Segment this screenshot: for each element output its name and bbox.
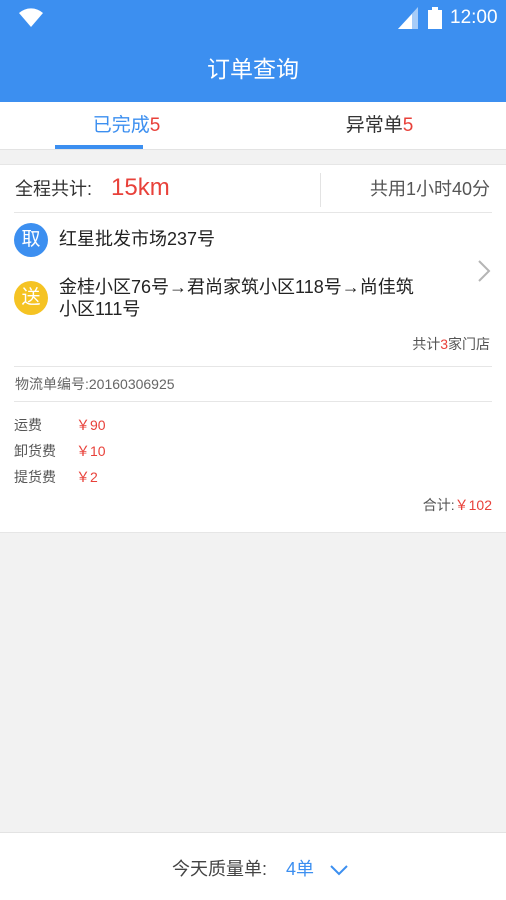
tab-completed-label: 已完成 bbox=[92, 115, 150, 136]
wifi-icon bbox=[19, 8, 43, 27]
fee-label: 提货费 bbox=[14, 469, 56, 485]
signal-icon bbox=[398, 7, 418, 29]
tab-bar: 已完成5 异常单5 bbox=[0, 102, 506, 150]
store-count-prefix: 共计 bbox=[412, 336, 441, 352]
quality-orders-label: 今天质量单: bbox=[172, 859, 268, 879]
order-card[interactable]: 全程共计: 15km 共用1小时40分 取 红星批发市场237号 送 金桂小区7… bbox=[0, 164, 506, 533]
fee-label: 运费 bbox=[14, 417, 42, 433]
fee-value: ￥2 bbox=[76, 469, 98, 485]
tab-abnormal-label: 异常单 bbox=[345, 115, 403, 136]
tab-completed-count: 5 bbox=[149, 115, 161, 136]
total-distance-value: 15km bbox=[111, 174, 170, 201]
fee-label: 卸货费 bbox=[14, 443, 56, 459]
tab-abnormal[interactable]: 异常单5 bbox=[253, 102, 506, 150]
chevron-right-icon[interactable] bbox=[476, 259, 492, 283]
store-count-number: 3 bbox=[440, 336, 448, 352]
distance-row: 全程共计: 15km 共用1小时40分 bbox=[0, 165, 506, 212]
divider bbox=[320, 173, 321, 207]
pickup-address: 红星批发市场237号 bbox=[59, 229, 216, 249]
waybill-number: 物流单编号:20160306925 bbox=[15, 376, 175, 392]
pickup-badge: 取 bbox=[14, 223, 48, 257]
chevron-down-icon[interactable] bbox=[329, 863, 349, 877]
duration-text: 共用1小时40分 bbox=[369, 179, 490, 199]
quality-orders-count: 4单 bbox=[286, 859, 315, 879]
divider bbox=[14, 212, 492, 213]
quality-orders-bar[interactable]: 今天质量单: 4单 bbox=[0, 832, 506, 900]
tab-completed[interactable]: 已完成5 bbox=[0, 102, 253, 150]
total-fee: 合计:￥102 bbox=[423, 495, 492, 515]
active-tab-indicator bbox=[55, 145, 143, 149]
total-fee-label: 合计: bbox=[422, 497, 455, 513]
deliver-route: 金桂小区76号→君尚家筑小区118号→尚佳筑小区111号 bbox=[59, 277, 414, 319]
total-distance-label: 全程共计: bbox=[15, 179, 93, 199]
total-fee-value: ￥102 bbox=[454, 497, 492, 513]
fee-value: ￥90 bbox=[76, 417, 106, 433]
status-time: 12:00 bbox=[450, 7, 498, 28]
battery-icon bbox=[428, 7, 442, 29]
divider bbox=[14, 401, 492, 402]
status-bar: 12:00 bbox=[0, 0, 506, 36]
fee-value: ￥10 bbox=[76, 443, 106, 459]
deliver-badge: 送 bbox=[14, 281, 48, 315]
store-count-suffix: 家门店 bbox=[448, 336, 490, 352]
divider bbox=[14, 366, 492, 367]
store-count: 共计3家门店 bbox=[412, 334, 490, 354]
header-bar: 订单查询 bbox=[0, 36, 506, 102]
page-title: 订单查询 bbox=[207, 56, 299, 82]
tab-abnormal-count: 5 bbox=[402, 115, 414, 136]
